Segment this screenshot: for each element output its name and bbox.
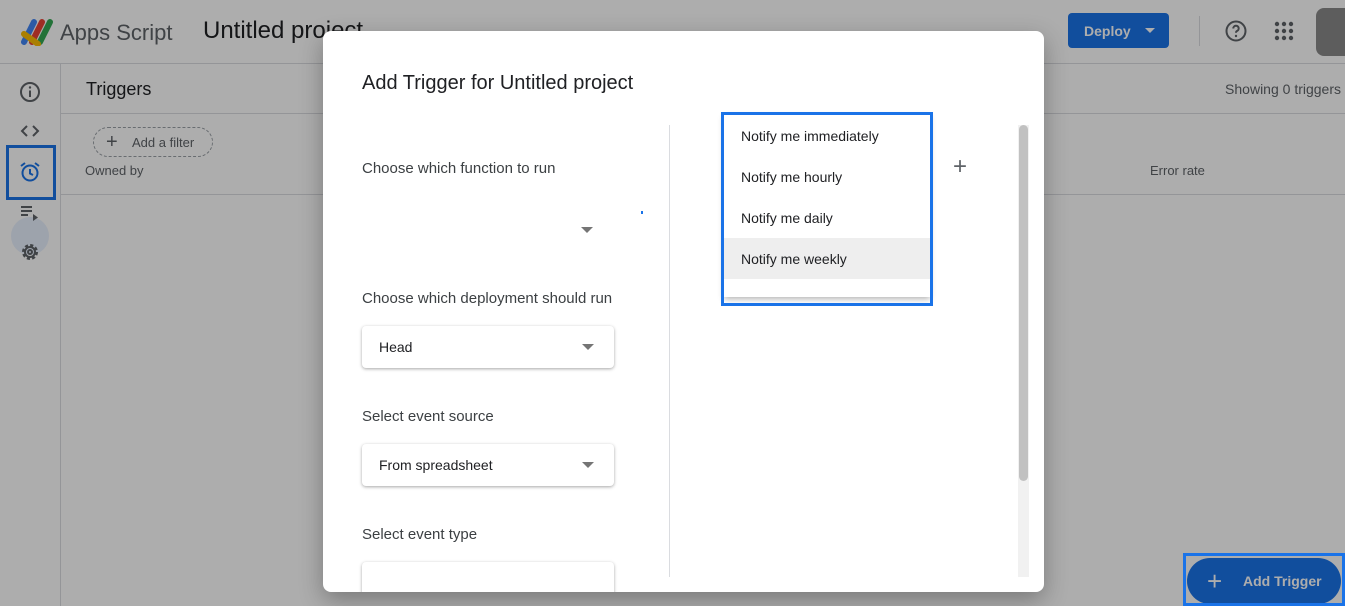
deployment-value: Head [379, 339, 413, 355]
event-type-select[interactable] [362, 562, 614, 592]
event-source-select[interactable]: From spreadsheet [362, 444, 614, 486]
event-source-value: From spreadsheet [379, 457, 493, 473]
chevron-down-icon [582, 462, 594, 468]
loading-indicator [641, 211, 643, 214]
column-divider [669, 125, 670, 577]
add-trigger-dialog: Add Trigger for Untitled project Choose … [323, 31, 1044, 592]
deployment-label: Choose which deployment should run [362, 290, 613, 307]
dialog-scrollbar-thumb[interactable] [1019, 125, 1028, 481]
event-source-label: Select event source [362, 408, 494, 425]
deployment-select[interactable]: Head [362, 326, 614, 368]
function-dropdown-caret[interactable] [581, 227, 593, 233]
notification-menu-highlight [721, 112, 933, 306]
chevron-down-icon [582, 344, 594, 350]
function-label: Choose which function to run [362, 160, 556, 177]
dialog-title: Add Trigger for Untitled project [362, 72, 634, 94]
add-trigger-highlight [1183, 553, 1345, 606]
add-notification-button[interactable]: + [953, 155, 967, 179]
event-type-label: Select event type [362, 526, 478, 543]
